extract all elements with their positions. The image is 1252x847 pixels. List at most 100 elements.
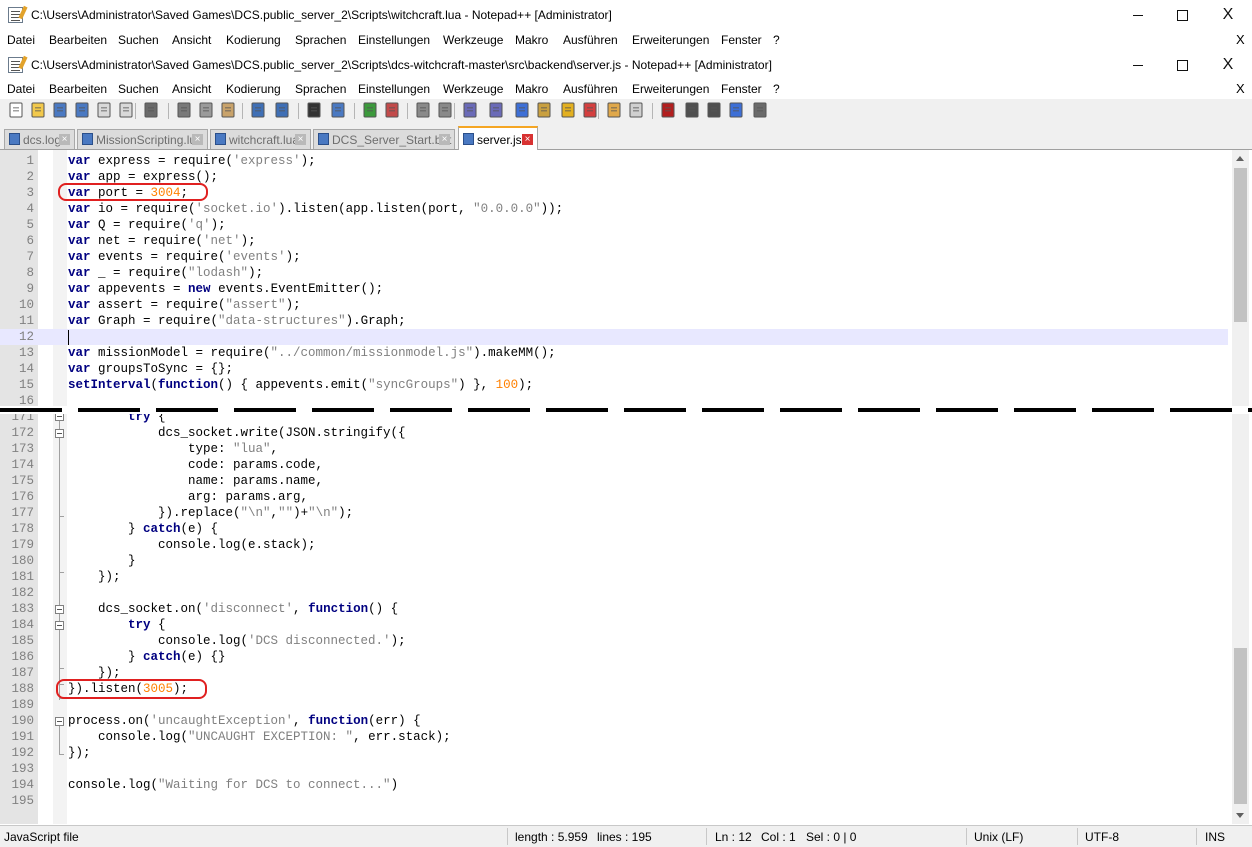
vertical-scrollbar[interactable] [1232, 150, 1249, 824]
tab-server-js[interactable]: server.js × [458, 126, 538, 150]
code-line[interactable]: 183 dcs_socket.on('disconnect', function… [0, 601, 1228, 617]
fold-toggle-icon[interactable] [55, 717, 64, 726]
scroll-up-arrow-icon[interactable] [1236, 156, 1244, 161]
code-line[interactable]: 174 code: params.code, [0, 457, 1228, 473]
save-macro-icon[interactable] [752, 102, 768, 118]
code-line[interactable]: 189 [0, 697, 1228, 713]
menu-item-ansicht[interactable]: Ansicht [172, 33, 211, 47]
menu-item-makro[interactable]: Makro [515, 82, 548, 96]
tab-close-icon[interactable]: × [439, 134, 450, 145]
menu-item-fenster[interactable]: Fenster [721, 33, 762, 47]
tab-close-icon[interactable]: × [192, 134, 203, 145]
sync-vertical-icon[interactable] [415, 102, 431, 118]
menu-item-einstellungen[interactable]: Einstellungen [358, 33, 430, 47]
show-all-chars-icon[interactable] [488, 102, 504, 118]
code-line[interactable]: 176 arg: params.arg, [0, 489, 1228, 505]
save-icon[interactable] [52, 102, 68, 118]
scrollbar-thumb-bottom[interactable] [1234, 648, 1247, 804]
code-line[interactable]: 1 var express = require('express'); [0, 153, 1228, 169]
code-line[interactable]: 6 var net = require('net'); [0, 233, 1228, 249]
menu-item-makro[interactable]: Makro [515, 33, 548, 47]
menu-item-sprachen[interactable]: Sprachen [295, 33, 346, 47]
menu-item-datei[interactable]: Datei [7, 82, 35, 96]
code-line[interactable]: 175 name: params.name, [0, 473, 1228, 489]
close-document-button[interactable]: X [1236, 32, 1245, 47]
code-line[interactable]: 194 console.log("Waiting for DCS to conne… [0, 777, 1228, 793]
close-icon[interactable] [96, 102, 112, 118]
window2-close-button[interactable]: X [1205, 50, 1251, 80]
code-line[interactable]: 192}); [0, 745, 1228, 761]
sync-horizontal-icon[interactable] [437, 102, 453, 118]
code-line[interactable]: 10 var assert = require("assert"); [0, 297, 1228, 313]
code-line[interactable]: 5 var Q = require('q'); [0, 217, 1228, 233]
menu-item-ausf-hren[interactable]: Ausführen [563, 33, 618, 47]
menu-item-suchen[interactable]: Suchen [118, 33, 159, 47]
menu-item-werkzeuge[interactable]: Werkzeuge [443, 82, 503, 96]
code-line[interactable]: 193 [0, 761, 1228, 777]
menu-item-kodierung[interactable]: Kodierung [226, 33, 281, 47]
window1-titlebar[interactable]: C:\Users\Administrator\Saved Games\DCS.p… [0, 0, 1252, 30]
code-line[interactable]: 180 } [0, 553, 1228, 569]
folder-workspace-icon[interactable] [606, 102, 622, 118]
menu-item-einstellungen[interactable]: Einstellungen [358, 82, 430, 96]
record-macro-icon[interactable] [660, 102, 676, 118]
zoom-out-icon[interactable] [384, 102, 400, 118]
fold-toggle-icon[interactable] [55, 621, 64, 630]
word-wrap-icon[interactable] [462, 102, 478, 118]
menu-item-werkzeuge[interactable]: Werkzeuge [443, 33, 503, 47]
paste-icon[interactable] [220, 102, 236, 118]
code-line[interactable]: 13 var missionModel = require("../common/… [0, 345, 1228, 361]
code-line[interactable]: 8 var _ = require("lodash"); [0, 265, 1228, 281]
tab-close-icon[interactable]: × [59, 134, 70, 145]
window2-minimize-button[interactable] [1115, 50, 1161, 80]
close-all-icon[interactable] [118, 102, 134, 118]
menu-item-erweiterungen[interactable]: Erweiterungen [632, 33, 709, 47]
scroll-down-arrow-icon[interactable] [1236, 813, 1244, 818]
menu-item-bearbeiten[interactable]: Bearbeiten [49, 82, 107, 96]
code-line[interactable]: 177 }).replace("\n","")+"\n"); [0, 505, 1228, 521]
code-line[interactable]: 12 [0, 329, 1228, 345]
indent-guide-icon[interactable] [514, 102, 530, 118]
code-line[interactable]: 185 console.log('DCS disconnected.'); [0, 633, 1228, 649]
code-line[interactable]: 173 type: "lua", [0, 441, 1228, 457]
menu-item-help[interactable]: ? [773, 82, 780, 96]
menu-item-ausf-hren[interactable]: Ausführen [563, 82, 618, 96]
cut-icon[interactable] [176, 102, 192, 118]
print-icon[interactable] [143, 102, 159, 118]
menu-item-suchen[interactable]: Suchen [118, 82, 159, 96]
menu-item-help[interactable]: ? [773, 33, 780, 47]
code-line[interactable]: 182 [0, 585, 1228, 601]
code-line[interactable]: 11 var Graph = require("data-structures")… [0, 313, 1228, 329]
scrollbar-thumb-top[interactable] [1234, 168, 1247, 322]
open-file-icon[interactable] [30, 102, 46, 118]
code-line[interactable]: 4 var io = require('socket.io').listen(ap… [0, 201, 1228, 217]
code-editor[interactable]: 1 var express = require('express'); 2 var a… [0, 150, 1252, 824]
fold-toggle-icon[interactable] [55, 605, 64, 614]
window1-minimize-button[interactable] [1115, 0, 1161, 30]
menu-item-ansicht[interactable]: Ansicht [172, 82, 211, 96]
udl-icon[interactable] [582, 102, 598, 118]
code-line[interactable]: 9 var appevents = new events.EventEmitter… [0, 281, 1228, 297]
menu-item-erweiterungen[interactable]: Erweiterungen [632, 82, 709, 96]
code-line[interactable]: 7 var events = require('events'); [0, 249, 1228, 265]
menu-item-kodierung[interactable]: Kodierung [226, 82, 281, 96]
save-all-icon[interactable] [74, 102, 90, 118]
code-line[interactable]: 184 try { [0, 617, 1228, 633]
tab-close-icon[interactable]: × [295, 134, 306, 145]
code-line[interactable]: 14 var groupsToSync = {}; [0, 361, 1228, 377]
code-line[interactable]: 195 [0, 793, 1228, 809]
function-list-icon[interactable] [560, 102, 576, 118]
code-line[interactable]: 178 } catch(e) { [0, 521, 1228, 537]
menu-item-fenster[interactable]: Fenster [721, 82, 762, 96]
stop-macro-icon[interactable] [684, 102, 700, 118]
tab-dcs-log[interactable]: dcs.log × [4, 129, 75, 149]
document-map-icon[interactable] [536, 102, 552, 118]
menu-item-datei[interactable]: Datei [7, 33, 35, 47]
tab-dcs-server-start-bat[interactable]: DCS_Server_Start.bat × [313, 129, 455, 149]
menu-item-sprachen[interactable]: Sprachen [295, 82, 346, 96]
undo-icon[interactable] [250, 102, 266, 118]
code-line[interactable]: 179 console.log(e.stack); [0, 537, 1228, 553]
run-macro-multiple-icon[interactable] [728, 102, 744, 118]
code-line[interactable]: 15 setInterval(function() { appevents.emi… [0, 377, 1228, 393]
code-line[interactable]: 172 dcs_socket.write(JSON.stringify({ [0, 425, 1228, 441]
